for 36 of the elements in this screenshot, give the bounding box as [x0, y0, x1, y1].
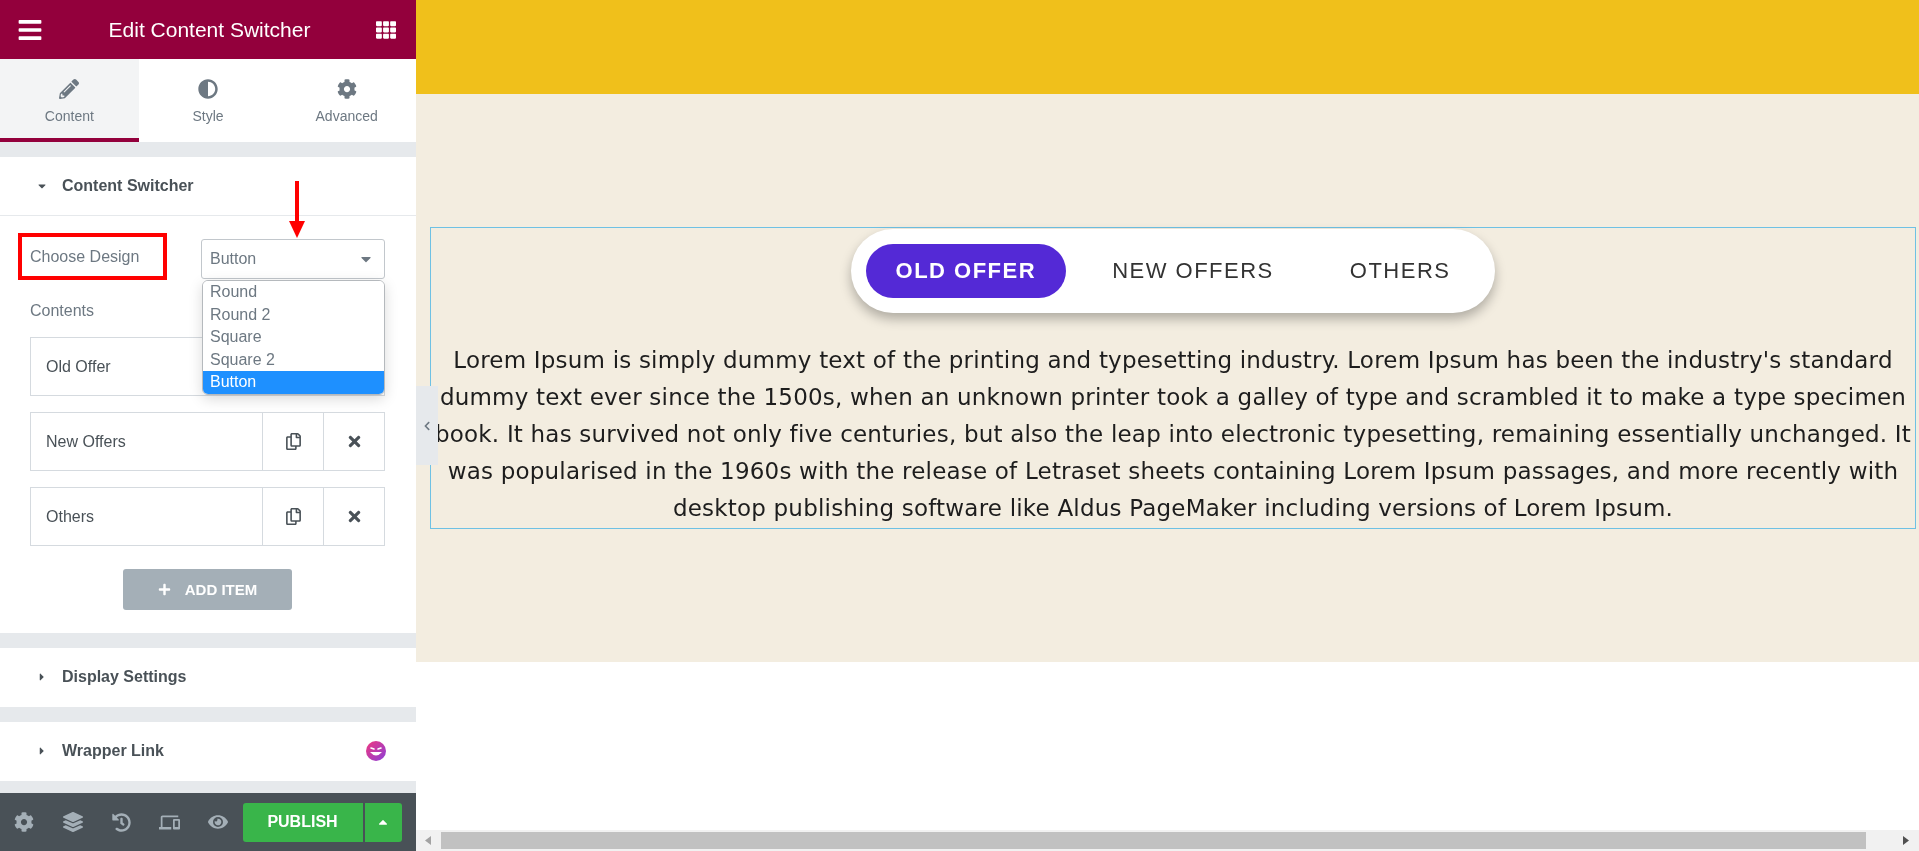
- collapse-handle[interactable]: [416, 386, 438, 465]
- plus-icon: [157, 583, 171, 596]
- dropdown-option[interactable]: Round 2: [203, 303, 384, 327]
- item-title: Others: [46, 507, 94, 526]
- eye-icon[interactable]: [208, 812, 229, 832]
- grid-icon[interactable]: [376, 19, 396, 40]
- switcher-button[interactable]: OTHERS: [1319, 244, 1481, 298]
- publish-options-button[interactable]: [364, 802, 402, 842]
- panel-title: Edit Content Switcher: [108, 17, 311, 42]
- dropdown-option[interactable]: Round: [203, 281, 384, 304]
- copy-icon: [284, 508, 302, 525]
- item-title: New Offers: [46, 432, 126, 451]
- panel-tab[interactable]: Content: [0, 59, 139, 142]
- switcher-button[interactable]: OLD OFFER: [865, 244, 1067, 298]
- item-title: Old Offer: [46, 357, 111, 376]
- publish-button[interactable]: PUBLISH: [242, 802, 363, 842]
- field-label: Choose Design: [30, 247, 140, 266]
- annotation-arrow: [289, 181, 305, 238]
- copy-icon: [284, 433, 302, 450]
- gear-icon: [336, 79, 357, 99]
- dropdown-option[interactable]: Square 2: [203, 348, 384, 372]
- contrast-icon: [198, 79, 218, 99]
- dropdown-option[interactable]: Square: [203, 326, 384, 349]
- pencil-icon: [59, 79, 80, 99]
- repeater-item[interactable]: Others: [30, 487, 385, 546]
- layers-icon[interactable]: [62, 812, 83, 832]
- switcher-button[interactable]: NEW OFFERS: [1082, 244, 1304, 298]
- chevron-left-icon: [422, 420, 432, 431]
- horizontal-scrollbar[interactable]: [416, 830, 1919, 851]
- design-select[interactable]: Button: [201, 239, 385, 279]
- contents-label: Contents: [30, 302, 95, 320]
- history-icon[interactable]: [111, 812, 131, 832]
- scrollbar-thumb[interactable]: [441, 832, 1866, 849]
- repeater-item[interactable]: New Offers: [30, 412, 385, 471]
- settings-icon[interactable]: [14, 812, 35, 832]
- dropdown-option[interactable]: Button: [203, 371, 384, 394]
